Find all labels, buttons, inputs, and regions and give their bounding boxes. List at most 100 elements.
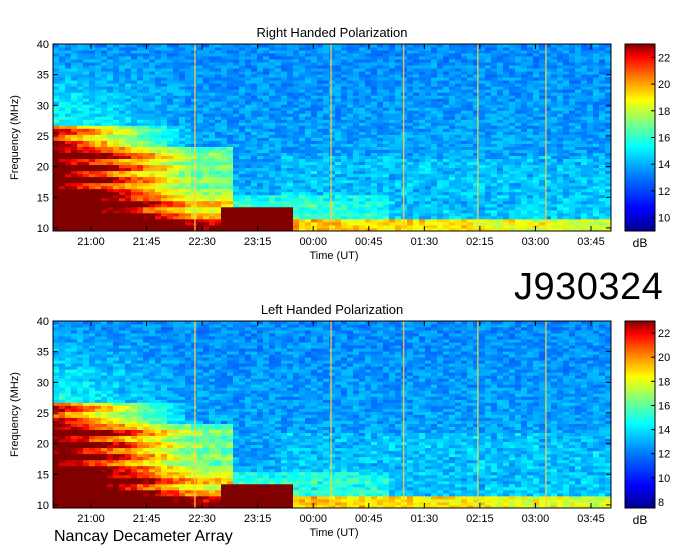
heatmap-cell: [317, 53, 324, 57]
heatmap-cell: [185, 167, 192, 172]
heatmap-cell: [149, 146, 156, 150]
heatmap-cell: [233, 47, 240, 51]
heatmap-cell: [263, 140, 270, 144]
heatmap-cell: [311, 122, 318, 126]
heatmap-cell: [485, 65, 492, 69]
heatmap-cell: [107, 164, 114, 169]
heatmap-cell: [83, 206, 90, 211]
heatmap-cell: [485, 185, 492, 190]
heatmap-cell: [425, 74, 432, 78]
heatmap-cell: [107, 62, 114, 66]
heatmap-cell: [317, 62, 324, 66]
heatmap-cell: [215, 137, 222, 141]
heatmap-cell: [275, 197, 282, 202]
heatmap-cell: [227, 143, 234, 147]
heatmap-cell: [299, 62, 306, 66]
heatmap-cell: [521, 149, 528, 153]
heatmap-cell: [257, 212, 264, 217]
heatmap-cell: [503, 143, 510, 147]
heatmap-cell: [341, 188, 348, 193]
heatmap-cell: [455, 197, 462, 202]
heatmap-cell: [431, 134, 438, 138]
heatmap-cell: [365, 143, 372, 147]
heatmap-cell: [71, 212, 78, 217]
heatmap-cell: [77, 134, 84, 138]
heatmap-cell: [371, 74, 378, 78]
heatmap-cell: [239, 143, 246, 147]
heatmap-cell: [287, 101, 294, 105]
heatmap-cell: [107, 146, 114, 150]
heatmap-cell: [221, 215, 228, 220]
heatmap-cell: [497, 53, 504, 57]
heatmap-cell: [419, 197, 426, 202]
heatmap-cell: [329, 194, 336, 199]
heatmap-cell: [503, 68, 510, 72]
heatmap-cell: [425, 218, 432, 223]
heatmap-cell: [371, 107, 378, 111]
heatmap-cell: [179, 209, 186, 214]
heatmap-cell: [329, 197, 336, 202]
heatmap-cell: [383, 170, 390, 175]
heatmap-cell: [107, 212, 114, 217]
heatmap-cell: [203, 95, 210, 99]
heatmap-cell: [233, 221, 240, 226]
heatmap-cell: [305, 215, 312, 220]
heatmap-cell: [89, 155, 96, 160]
heatmap-cell: [431, 44, 438, 48]
heatmap-cell: [221, 86, 228, 90]
heatmap-cell: [239, 140, 246, 144]
heatmap-cell: [215, 167, 222, 172]
heatmap-cell: [59, 107, 66, 111]
heatmap-cell: [365, 59, 372, 63]
heatmap-cell: [395, 119, 402, 123]
heatmap-cell: [197, 158, 204, 163]
heatmap-cell: [449, 194, 456, 199]
heatmap-cell: [95, 224, 102, 229]
heatmap-cell: [323, 119, 330, 123]
heatmap-cell: [329, 170, 336, 175]
heatmap-cell: [245, 203, 252, 208]
heatmap-cell: [233, 77, 240, 81]
heatmap-cell: [179, 173, 186, 178]
heatmap-cell: [125, 98, 132, 102]
heatmap-cell: [143, 218, 150, 223]
heatmap-cell: [65, 194, 72, 199]
heatmap-cell: [479, 86, 486, 90]
heatmap-cell: [449, 122, 456, 126]
heatmap-cell: [353, 149, 360, 153]
heatmap-cell: [341, 137, 348, 141]
heatmap-cell: [113, 107, 120, 111]
heatmap-cell: [353, 71, 360, 75]
heatmap-cell: [221, 185, 228, 190]
heatmap-cell: [77, 131, 84, 135]
heatmap-cell: [275, 188, 282, 193]
heatmap-cell: [107, 209, 114, 214]
heatmap-cell: [245, 59, 252, 63]
heatmap-cell: [353, 131, 360, 135]
heatmap-cell: [389, 53, 396, 57]
heatmap-cell: [347, 179, 354, 184]
heatmap-cell: [131, 71, 138, 75]
heatmap-cell: [527, 200, 534, 205]
heatmap-cell: [461, 209, 468, 214]
heatmap-cell: [293, 215, 300, 220]
heatmap-cell: [119, 149, 126, 153]
heatmap-cell: [479, 161, 486, 166]
heatmap-cell: [323, 131, 330, 135]
heatmap-cell: [107, 122, 114, 126]
heatmap-cell: [521, 128, 528, 132]
heatmap-cell: [437, 128, 444, 132]
heatmap-cell: [227, 215, 234, 220]
heatmap-cell: [299, 68, 306, 72]
heatmap-cell: [149, 170, 156, 175]
heatmap-cell: [365, 131, 372, 135]
heatmap-cell: [275, 98, 282, 102]
heatmap-cell: [347, 158, 354, 163]
heatmap-cell: [185, 92, 192, 96]
heatmap-cell: [53, 161, 60, 166]
heatmap-cell: [365, 167, 372, 172]
heatmap-cell: [281, 65, 288, 69]
heatmap-cell: [251, 149, 258, 153]
heatmap-cell: [521, 101, 528, 105]
heatmap-cell: [167, 116, 174, 120]
